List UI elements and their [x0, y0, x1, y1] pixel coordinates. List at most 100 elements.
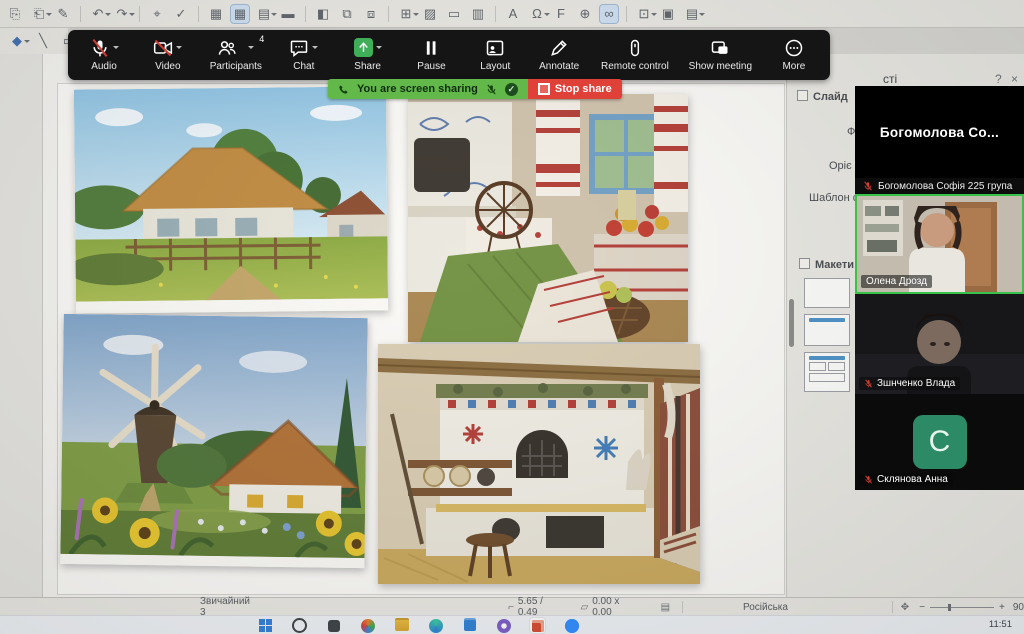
insert-media-icon[interactable]: ▭	[445, 5, 463, 23]
video-tile-vlada[interactable]: Зшнченко Влада	[855, 294, 1024, 394]
impress-app-icon[interactable]	[530, 618, 545, 633]
toolbar-separator	[626, 6, 627, 22]
video-tile-olena[interactable]: Олена Дрозд	[855, 194, 1024, 294]
more-icon	[784, 38, 804, 58]
table-icon[interactable]: ⊞	[397, 5, 415, 23]
drawing-toolbar: ◆ ╲ ▭	[0, 28, 68, 54]
zoom-slider[interactable]: − +	[919, 602, 1005, 613]
redo-icon[interactable]: ↷	[113, 5, 131, 23]
copy-icon[interactable]: ⎗	[30, 5, 48, 23]
more-button[interactable]: More	[772, 38, 816, 72]
zoom-level-value[interactable]: 90	[1013, 602, 1024, 613]
clock[interactable]: 11:51	[989, 619, 1012, 630]
remote-control-button[interactable]: Remote control	[601, 38, 669, 72]
spelling-icon[interactable]: ✓	[172, 5, 190, 23]
sharing-phone-icon	[338, 84, 349, 95]
insert-line-icon[interactable]: ╲	[34, 32, 52, 50]
hyperlink-icon[interactable]: ⊕	[576, 5, 594, 23]
cursor-position-icon: ⌐	[508, 602, 514, 613]
shapes-icon[interactable]: ∞	[600, 5, 618, 23]
layout-content-thumbnail[interactable]	[804, 352, 850, 392]
slide-image-stove-photo[interactable]	[378, 344, 700, 584]
participants-count-badge: 4	[259, 34, 264, 44]
edge-browser-icon[interactable]	[428, 618, 443, 633]
zoom-slider-track[interactable]	[930, 607, 994, 608]
screen-sharing-banner: You are screen sharing ✓ Stop share	[328, 79, 622, 99]
slide-image-village-painting[interactable]	[74, 86, 388, 313]
dual-display-icon[interactable]: ⧉	[338, 5, 356, 23]
special-character-icon[interactable]: Ω	[528, 5, 546, 23]
slide-image-windmill-painting[interactable]	[60, 314, 367, 568]
chevron-down-icon[interactable]	[376, 46, 382, 52]
chat-button[interactable]: Chat	[282, 38, 326, 72]
store-icon[interactable]	[462, 618, 477, 633]
start-button[interactable]	[258, 618, 273, 633]
file-explorer-icon[interactable]	[394, 618, 409, 633]
show-meeting-button[interactable]: Show meeting	[689, 38, 752, 72]
duplicate-slide-icon[interactable]: ▣	[659, 5, 677, 23]
chevron-down-icon[interactable]	[176, 46, 182, 52]
share-button[interactable]: Share	[346, 38, 390, 72]
host-name-row[interactable]: Богомолова Софія 225 група	[855, 178, 1024, 194]
master-slide-icon[interactable]: ▬	[279, 5, 297, 23]
find-replace-icon[interactable]: ⌖	[148, 5, 166, 23]
active-speaker-tile[interactable]: Богомолова Со...	[855, 86, 1024, 178]
layouts-section-header[interactable]: Макети	[799, 258, 854, 271]
audio-button[interactable]: Audio	[82, 38, 126, 72]
toolbar-separator	[139, 6, 140, 22]
save-status-icon[interactable]: ▤	[661, 602, 670, 613]
sidebar-title: сті	[883, 72, 897, 86]
clone-formatting-icon[interactable]: ✎	[54, 5, 72, 23]
search-icon[interactable]	[292, 618, 307, 633]
helplines-icon[interactable]: ▤	[255, 5, 273, 23]
onenote-icon[interactable]	[496, 618, 511, 633]
stop-share-button[interactable]: Stop share	[528, 79, 622, 99]
statusbar-separator	[682, 601, 683, 613]
annotate-button[interactable]: Annotate	[537, 38, 581, 72]
participants-icon	[217, 38, 237, 58]
fit-slide-icon[interactable]: ✥	[901, 602, 909, 613]
sidebar-help-button[interactable]: ?	[995, 72, 1002, 86]
fontwork-icon[interactable]: F	[552, 5, 570, 23]
display-views-icon[interactable]: ◧	[314, 5, 332, 23]
grid-icon[interactable]: ▦	[207, 5, 225, 23]
taskbar: 11:51	[0, 615, 1024, 634]
snap-grid-icon[interactable]: ▦	[231, 5, 249, 23]
new-slide-icon[interactable]: ⊡	[635, 5, 653, 23]
zoom-out-button[interactable]: −	[919, 602, 925, 613]
layout-blank-thumbnail[interactable]	[804, 278, 850, 308]
language-status[interactable]: Російська	[743, 602, 788, 613]
zoom-slider-thumb[interactable]	[948, 604, 951, 611]
chevron-down-icon[interactable]	[113, 46, 119, 52]
presenter-console-icon[interactable]: ⧈	[362, 5, 380, 23]
layout-title-thumbnail[interactable]	[804, 314, 850, 346]
fill-color-icon[interactable]: ◆	[8, 32, 26, 50]
interior-graphic	[408, 94, 688, 342]
insert-chart-icon[interactable]: ▥	[469, 5, 487, 23]
chevron-down-icon[interactable]	[312, 46, 318, 52]
chevron-down-icon[interactable]	[248, 46, 254, 52]
slide-properties-icon[interactable]: ▤	[683, 5, 701, 23]
pause-button[interactable]: Pause	[409, 38, 453, 72]
task-view-icon[interactable]	[326, 618, 341, 633]
orientation-label: Оріє	[829, 160, 852, 172]
security-shield-icon[interactable]: ✓	[505, 83, 518, 96]
insert-textbox-icon[interactable]: A	[504, 5, 522, 23]
participants-button[interactable]: 4 Participants	[210, 38, 262, 72]
sidebar-close-button[interactable]: ×	[1011, 72, 1018, 86]
video-tile-anna[interactable]: C Склянова Анна	[855, 394, 1024, 490]
office-icon[interactable]	[360, 618, 375, 633]
avatar: C	[913, 415, 967, 469]
sidebar-scrollbar[interactable]	[789, 299, 794, 347]
zoom-app-icon[interactable]	[564, 618, 579, 633]
paste-icon[interactable]: ⎘	[6, 5, 24, 23]
undo-icon[interactable]: ↶	[89, 5, 107, 23]
participant-name-label: Зшнченко Влада	[859, 377, 960, 390]
insert-image-icon[interactable]: ▨	[421, 5, 439, 23]
slide-section-header[interactable]: Слайд	[797, 90, 848, 103]
video-button[interactable]: Video	[146, 38, 190, 72]
speaker-name: Богомолова Со...	[880, 125, 999, 140]
zoom-in-button[interactable]: +	[999, 602, 1005, 613]
layout-button[interactable]: Layout	[473, 38, 517, 72]
slide-image-interior-stove[interactable]	[408, 94, 688, 342]
